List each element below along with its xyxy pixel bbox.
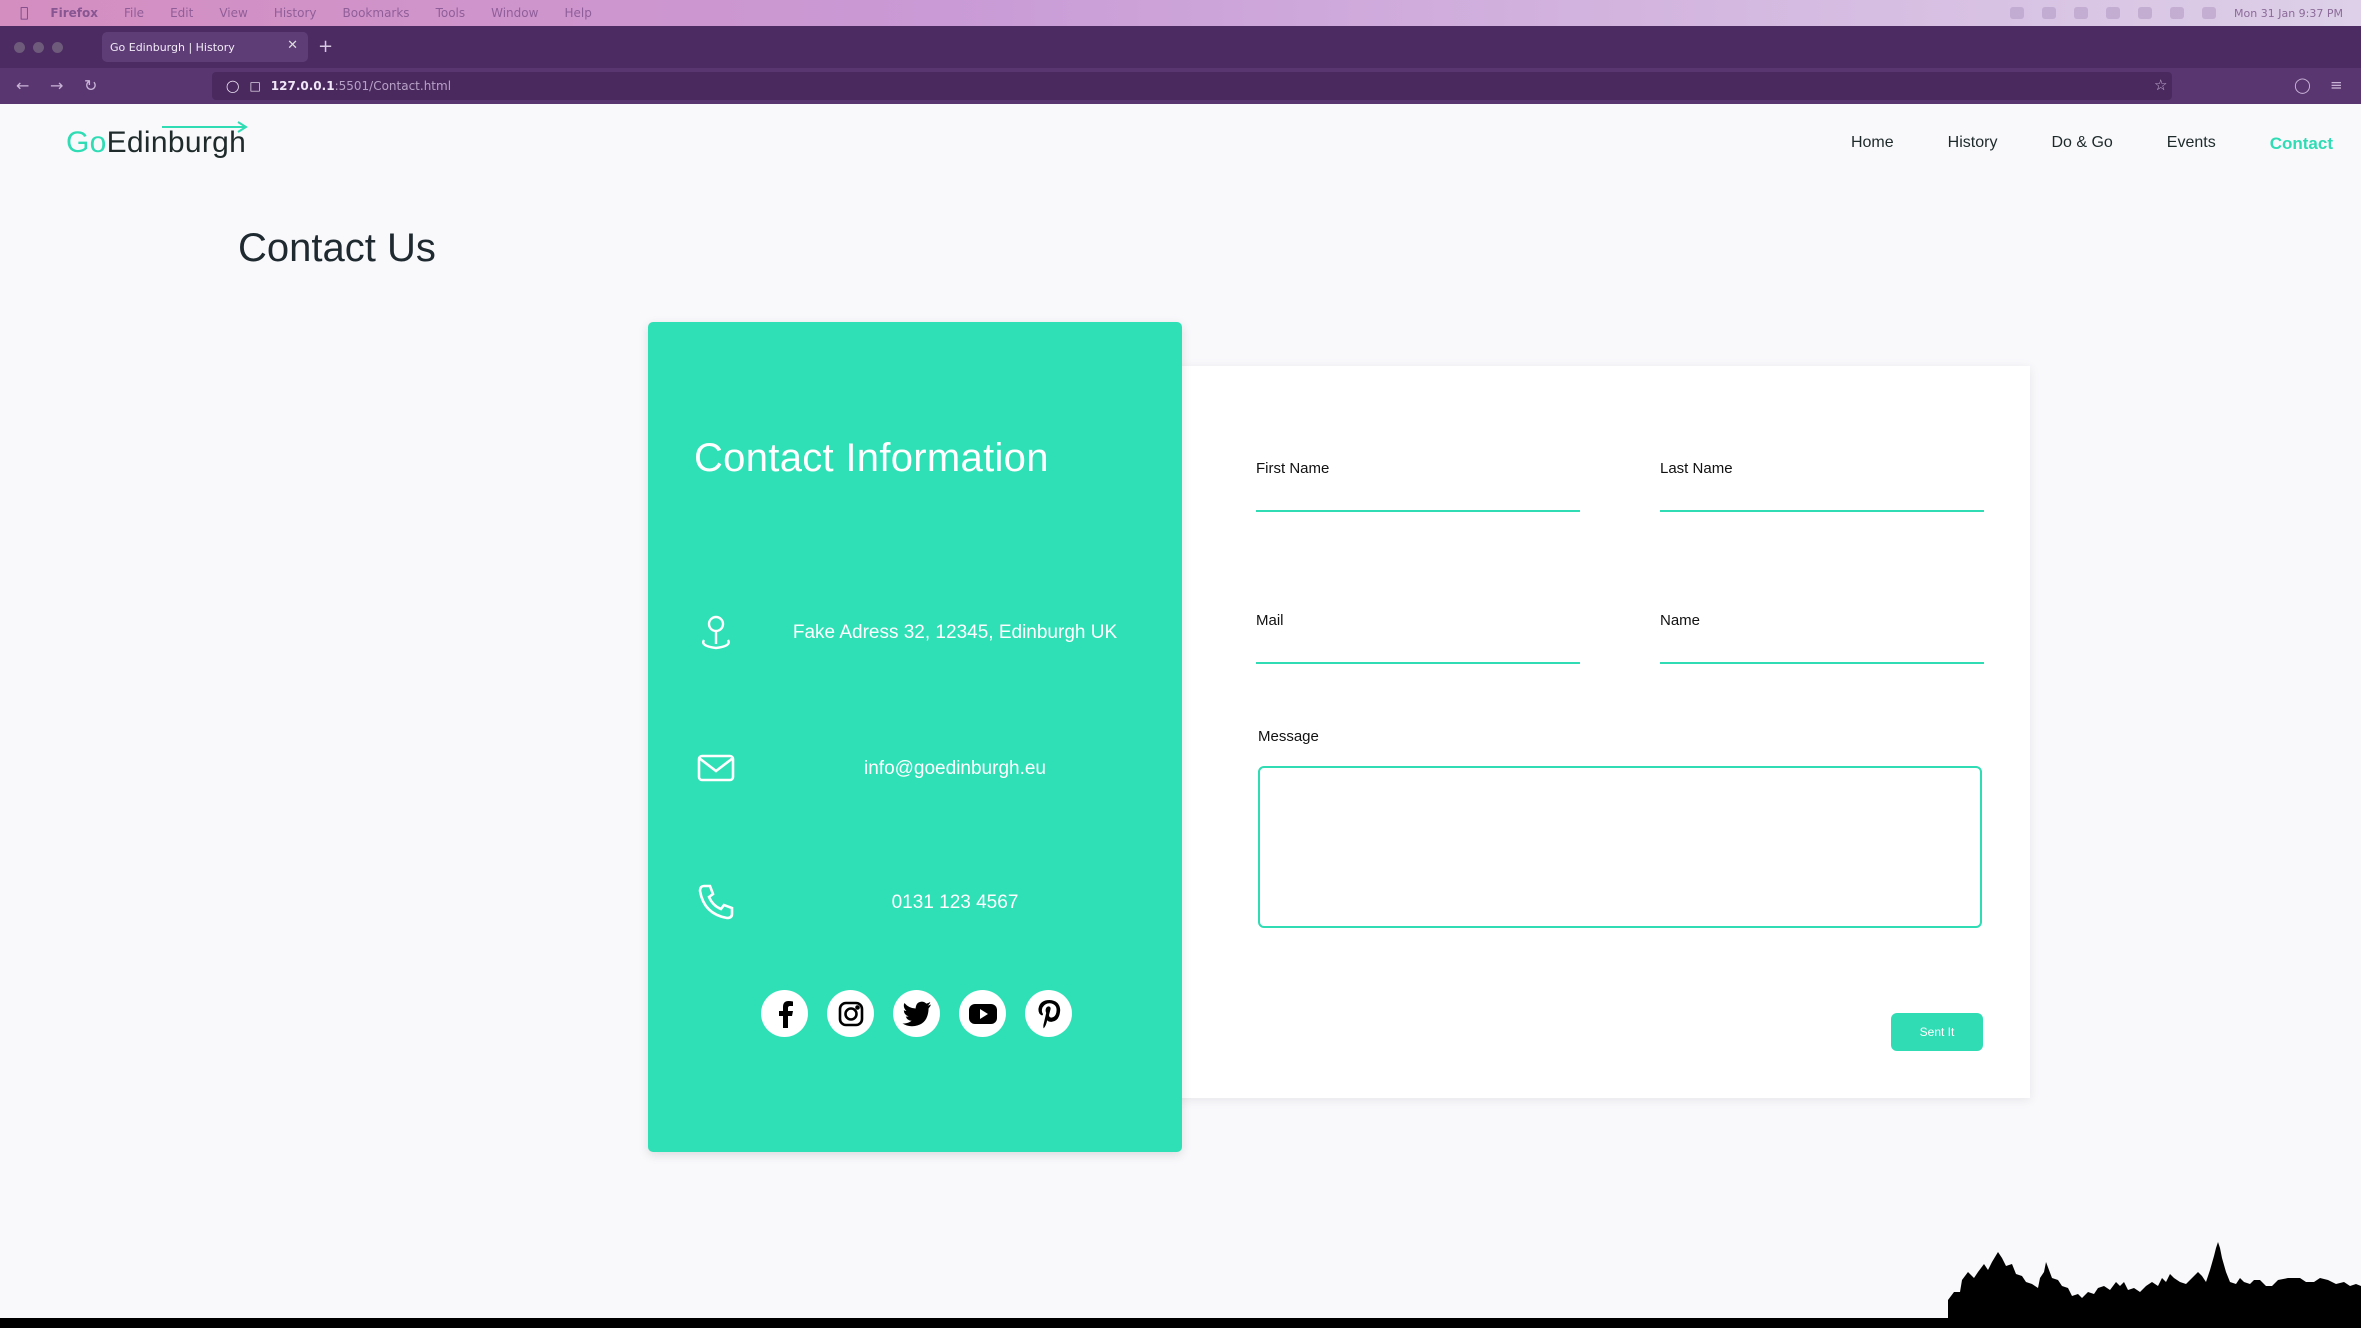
browser-tabstrip: Go Edinburgh | History ✕ +	[0, 26, 2361, 68]
menu-bookmarks[interactable]: Bookmarks	[343, 6, 410, 20]
name-field[interactable]: Name	[1660, 612, 1984, 664]
pinterest-icon[interactable]	[1025, 990, 1072, 1037]
phone-row: 0131 123 4567	[694, 880, 1154, 928]
last-name-label: Last Name	[1660, 460, 1733, 477]
apple-icon[interactable]: 	[20, 5, 28, 21]
twitter-icon[interactable]	[893, 990, 940, 1037]
status-icon[interactable]	[2010, 7, 2025, 19]
send-button[interactable]: Sent It	[1891, 1013, 1983, 1051]
menu-tools[interactable]: Tools	[436, 6, 466, 20]
browser-tab-active[interactable]: Go Edinburgh | History ✕	[102, 32, 308, 62]
menu-view[interactable]: View	[219, 6, 247, 20]
email-row: info@goedinburgh.eu	[694, 746, 1154, 794]
menu-history[interactable]: History	[274, 6, 317, 20]
nav-do-and-go[interactable]: Do & Go	[2051, 134, 2112, 154]
first-name-underline[interactable]	[1256, 510, 1580, 512]
minimize-window-button[interactable]	[33, 42, 44, 53]
menu-window[interactable]: Window	[491, 6, 538, 20]
phone-text[interactable]: 0131 123 4567	[790, 892, 1120, 914]
tab-title: Go Edinburgh | History	[110, 40, 235, 54]
page-title: Contact Us	[238, 226, 436, 270]
address-row: Fake Adress 32, 12345, Edinburgh UK	[694, 610, 1154, 658]
message-label: Message	[1258, 728, 1319, 745]
back-icon[interactable]: ←	[16, 76, 29, 95]
mail-underline[interactable]	[1256, 662, 1580, 664]
status-icon[interactable]	[2074, 7, 2089, 19]
shield-icon[interactable]: ◯	[226, 79, 239, 93]
reload-icon[interactable]: ↻	[84, 76, 97, 95]
new-tab-button[interactable]: +	[318, 36, 333, 57]
contact-info-heading: Contact Information	[694, 436, 1049, 480]
menu-hamburger-icon[interactable]: ≡	[2330, 76, 2343, 94]
last-name-field[interactable]: Last Name	[1660, 460, 1984, 512]
instagram-icon[interactable]	[827, 990, 874, 1037]
message-textarea[interactable]	[1258, 766, 1982, 928]
address-text: Fake Adress 32, 12345, Edinburgh UK	[792, 622, 1118, 643]
menu-app-name[interactable]: Firefox	[50, 6, 98, 20]
name-underline[interactable]	[1660, 662, 1984, 664]
mail-field[interactable]: Mail	[1256, 612, 1580, 664]
close-window-button[interactable]	[14, 42, 25, 53]
last-name-underline[interactable]	[1660, 510, 1984, 512]
edinburgh-skyline-illustration	[1948, 1242, 2361, 1328]
nav-history[interactable]: History	[1948, 134, 1998, 154]
nav-home[interactable]: Home	[1851, 134, 1894, 154]
mail-label: Mail	[1256, 612, 1284, 629]
logo-arrow-icon	[162, 121, 248, 133]
envelope-icon	[697, 754, 735, 782]
menubar-clock[interactable]: Mon 31 Jan 9:37 PM	[2234, 7, 2343, 20]
phone-icon	[698, 884, 734, 920]
email-text[interactable]: info@goedinburgh.eu	[790, 758, 1120, 780]
menu-edit[interactable]: Edit	[170, 6, 193, 20]
url-bar[interactable]: ◯ □ 127.0.0.1:5501/Contact.html	[212, 72, 2172, 100]
menu-help[interactable]: Help	[564, 6, 591, 20]
status-icon[interactable]	[2042, 7, 2057, 19]
web-page: GoEdinburgh Home History Do & Go Events …	[0, 104, 2361, 1328]
first-name-label: First Name	[1256, 460, 1330, 477]
window-controls	[14, 42, 63, 53]
status-area: Mon 31 Jan 9:37 PM	[2010, 0, 2343, 26]
page-info-icon[interactable]: □	[249, 79, 260, 93]
contact-info-card: Contact Information Fake Adress 32, 1234…	[648, 322, 1182, 1152]
first-name-field[interactable]: First Name	[1256, 460, 1580, 512]
battery-icon[interactable]	[2138, 7, 2153, 19]
nav-contact[interactable]: Contact	[2270, 134, 2333, 154]
wifi-icon[interactable]	[2106, 7, 2121, 19]
site-logo[interactable]: GoEdinburgh	[66, 121, 248, 160]
url-text: 127.0.0.1:5501/Contact.html	[270, 79, 452, 93]
social-links	[761, 990, 1072, 1037]
spotlight-icon[interactable]	[2170, 7, 2185, 19]
control-center-icon[interactable]	[2202, 7, 2217, 19]
zoom-window-button[interactable]	[52, 42, 63, 53]
site-nav: Home History Do & Go Events Contact	[1851, 134, 2333, 154]
pocket-icon[interactable]: ◯	[2294, 76, 2311, 94]
forward-icon[interactable]: →	[50, 76, 63, 95]
bookmark-star-icon[interactable]: ☆	[2154, 76, 2167, 94]
facebook-icon[interactable]	[761, 990, 808, 1037]
os-menubar:  Firefox File Edit View History Bookmar…	[0, 0, 2361, 26]
name-label: Name	[1660, 612, 1701, 629]
menu-file[interactable]: File	[124, 6, 144, 20]
youtube-icon[interactable]	[959, 990, 1006, 1037]
tab-close-icon[interactable]: ✕	[287, 38, 298, 53]
nav-events[interactable]: Events	[2167, 134, 2216, 154]
page-bottom-bar	[0, 1318, 2361, 1328]
browser-navbar: ← → ↻ ◯ □ 127.0.0.1:5501/Contact.html ☆ …	[0, 68, 2361, 104]
location-pin-icon	[702, 615, 730, 650]
